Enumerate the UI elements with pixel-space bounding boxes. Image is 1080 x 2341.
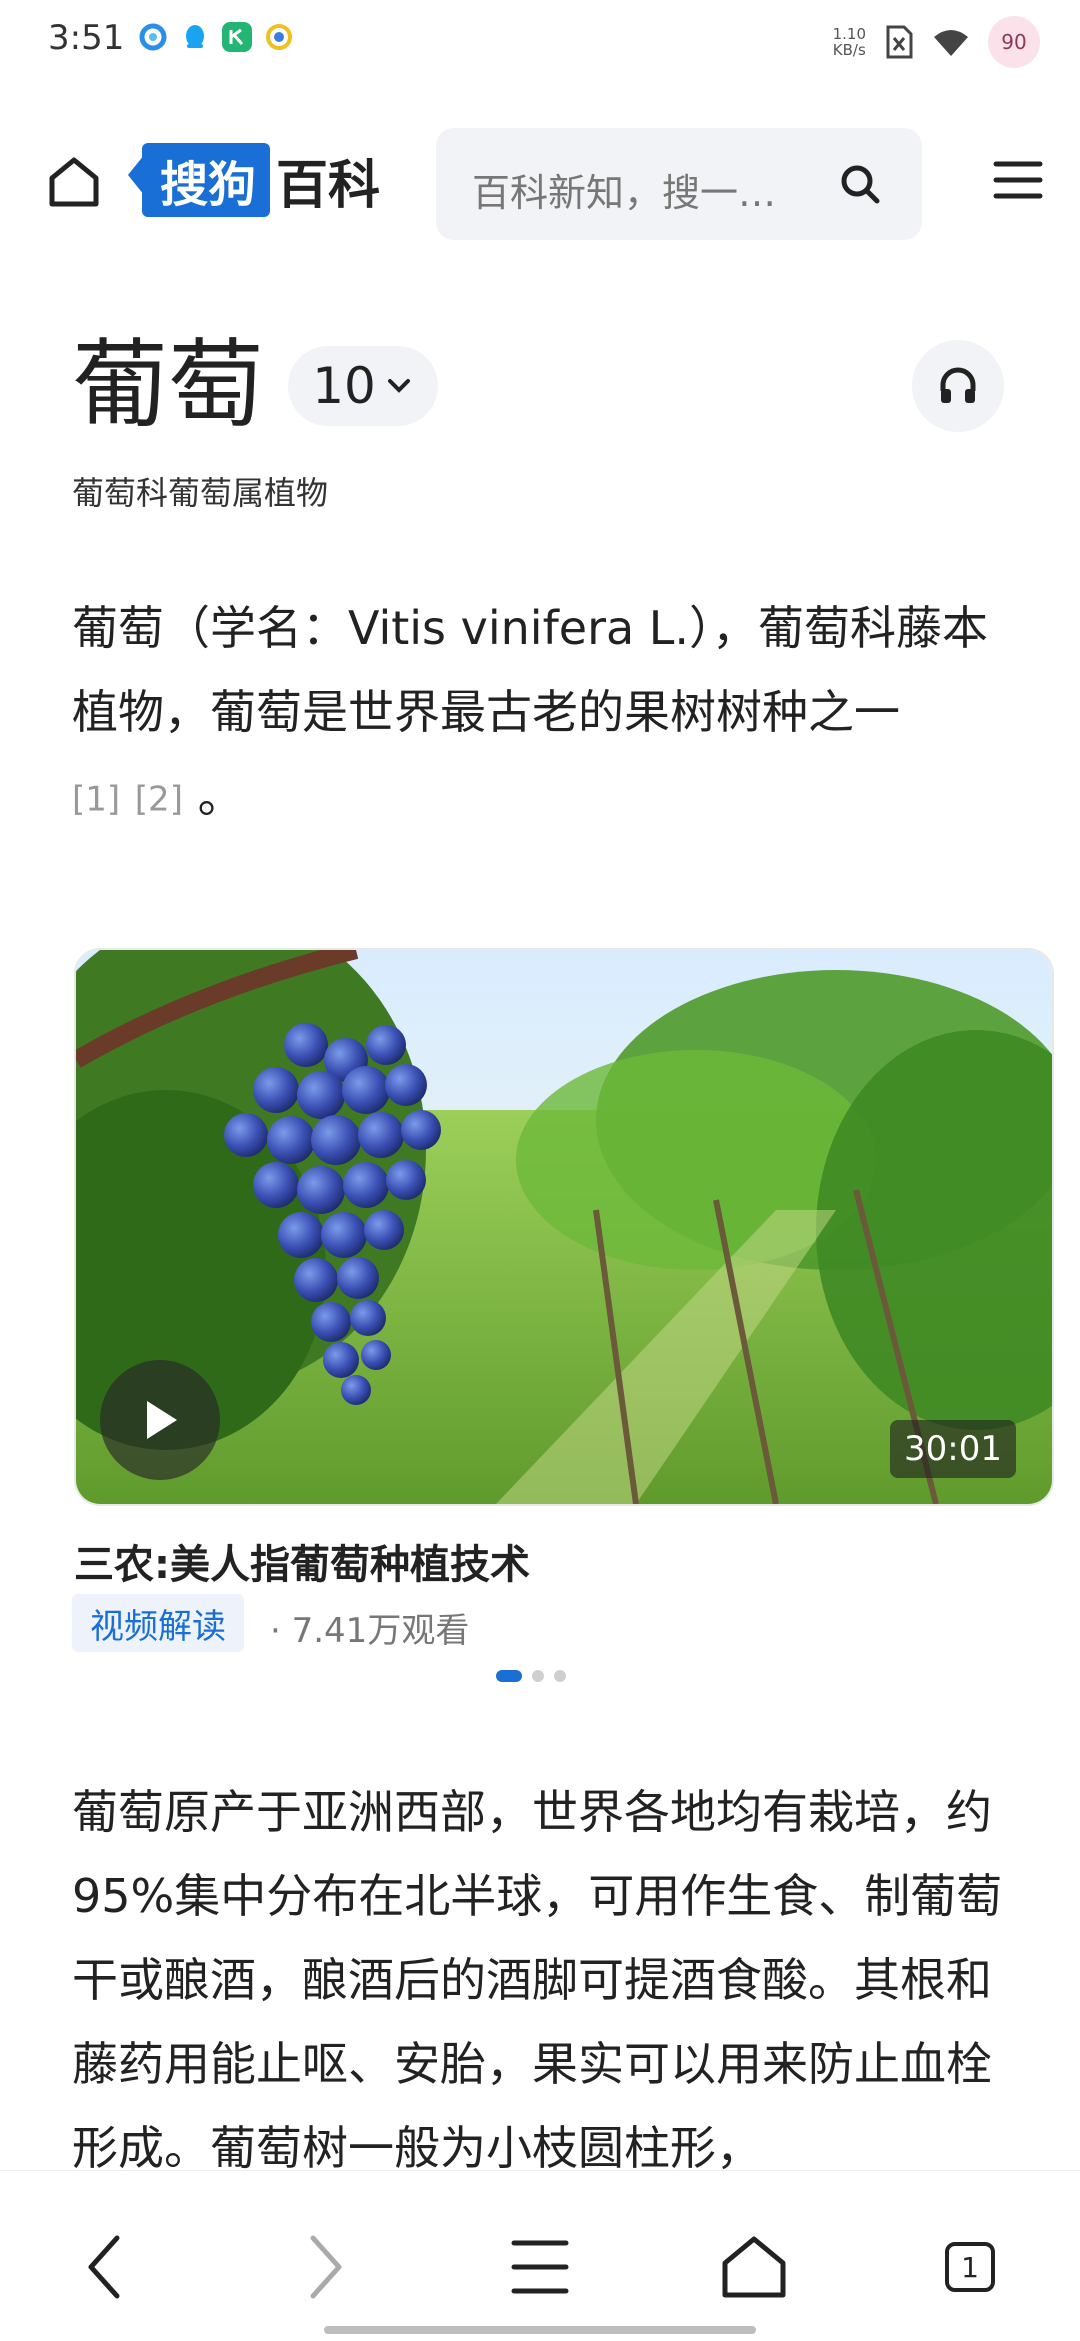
forward-button[interactable]: [284, 2227, 364, 2307]
chrome-like-icon: [264, 22, 294, 52]
reference-link[interactable]: [2]: [135, 780, 183, 820]
video-title[interactable]: 三农:美人指葡萄种植技术: [74, 1532, 530, 1590]
sogou-baike-logo[interactable]: 搜狗 百科: [127, 143, 380, 217]
carousel-dot-active: [496, 1670, 522, 1682]
search-input[interactable]: 百科新知，搜一…: [436, 128, 922, 240]
wifi-icon: [934, 30, 968, 56]
tabs-button[interactable]: 1: [930, 2227, 1010, 2307]
browser-icon: [138, 22, 168, 52]
listen-button[interactable]: [912, 340, 1004, 432]
menu-button[interactable]: [500, 2227, 580, 2307]
body-paragraph: 葡萄原产于亚洲西部，世界各地均有栽培，约95%集中分布在北半球，可用作生食、制葡…: [72, 1785, 1003, 2170]
app-icon: [222, 22, 252, 52]
play-icon: [147, 1401, 177, 1439]
play-button[interactable]: [100, 1360, 220, 1480]
logo-badge: 搜狗: [127, 143, 271, 217]
video-duration: 30:01: [890, 1420, 1016, 1478]
intro-text: 葡萄（学名：Vitis vinifera L.），葡萄科藤本植物，葡萄是世界最古…: [72, 601, 989, 739]
carousel-indicator: [496, 1670, 566, 1682]
intro-paragraph: 葡萄（学名：Vitis vinifera L.），葡萄科藤本植物，葡萄是世界最古…: [72, 586, 1012, 842]
list-menu-icon: [511, 2240, 569, 2294]
chevron-right-icon: [310, 2235, 342, 2299]
search-placeholder: 百科新知，搜一…: [472, 171, 777, 215]
notification-icons: [138, 22, 294, 52]
video-views: · 7.41万观看: [270, 1611, 470, 1651]
home-icon: [722, 2236, 786, 2298]
net-speed: 1.10 KB/s: [833, 26, 866, 58]
home-nav-button[interactable]: [714, 2227, 794, 2307]
video-tag[interactable]: 视频解读: [72, 1594, 244, 1652]
menu-icon[interactable]: [992, 154, 1044, 206]
status-bar: 3:51 1.10 KB/s 90: [0, 0, 1080, 84]
intro-end: 。: [197, 769, 244, 823]
site-header: 搜狗 百科 百科新知，搜一…: [0, 124, 1080, 240]
search-icon[interactable]: [838, 162, 882, 206]
home-icon[interactable]: [44, 152, 104, 212]
home-indicator[interactable]: [324, 2326, 756, 2334]
logo-text: 百科: [276, 155, 381, 216]
version-number: 10: [312, 357, 376, 415]
battery-indicator: 90: [988, 16, 1040, 68]
qq-icon: [180, 22, 210, 52]
chevron-left-icon: [88, 2235, 120, 2299]
video-thumbnail[interactable]: 30:01: [74, 948, 1054, 1506]
net-speed-value: 1.10: [832, 25, 866, 43]
sim-off-icon: [886, 25, 913, 59]
page-title: 葡萄: [72, 329, 264, 441]
version-dropdown[interactable]: 10: [288, 346, 438, 426]
carousel-dot: [554, 1670, 566, 1682]
status-right: 1.10 KB/s 90: [833, 16, 1040, 68]
chevron-down-icon: [387, 379, 410, 393]
carousel-dot: [532, 1670, 544, 1682]
net-speed-unit: KB/s: [832, 41, 866, 59]
back-button[interactable]: [66, 2227, 146, 2307]
tab-count: 1: [945, 2242, 995, 2292]
bottom-navigation: 1: [0, 2170, 1080, 2341]
reference-link[interactable]: [1]: [72, 780, 120, 820]
headphones-icon: [940, 367, 976, 403]
status-time: 3:51: [48, 18, 125, 58]
entry-subtitle: 葡萄科葡萄属植物: [72, 474, 329, 512]
